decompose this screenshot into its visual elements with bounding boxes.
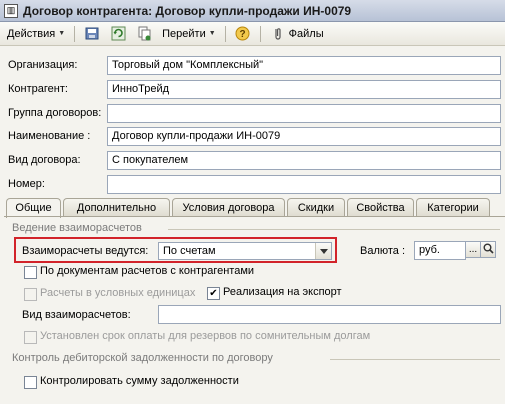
org-row: Организация: Торговый дом "Комплексный" xyxy=(0,56,505,76)
paperclip-icon xyxy=(270,26,286,42)
svg-text:?: ? xyxy=(240,29,246,40)
type-label: Вид договора: xyxy=(8,154,81,166)
files-button[interactable]: Файлы xyxy=(267,24,327,44)
files-label: Файлы xyxy=(288,27,324,40)
tab-categories[interactable]: Категории xyxy=(416,198,490,217)
refresh-button[interactable] xyxy=(107,24,129,44)
settlements-label: Взаиморасчеты ведутся: xyxy=(22,245,149,257)
help-icon: ? xyxy=(235,26,251,42)
goto-label: Перейти xyxy=(162,27,206,40)
org-label: Организация: xyxy=(8,59,78,71)
settlements-select[interactable]: По счетам xyxy=(158,242,332,260)
section-debt-title: Контроль дебиторской задолженности по до… xyxy=(12,352,273,364)
actions-label: Действия xyxy=(7,27,56,40)
payment-term-label: Установлен срок оплаты для резервов по с… xyxy=(40,330,371,342)
save-button[interactable] xyxy=(81,24,103,44)
save-icon xyxy=(84,26,100,42)
toolbar-separator xyxy=(259,25,261,42)
tab-properties[interactable]: Свойства xyxy=(347,198,414,217)
form-icon: ▥ xyxy=(4,3,18,18)
contractor-label: Контрагент: xyxy=(8,83,68,95)
contractor-field[interactable]: ИнноТрейд xyxy=(107,80,501,99)
group-row: Группа договоров: xyxy=(0,104,505,124)
number-field[interactable] xyxy=(107,175,501,194)
control-debt-checkbox[interactable] xyxy=(24,376,37,389)
currency-label: Валюта : xyxy=(360,245,406,257)
copy-button[interactable] xyxy=(133,24,155,44)
by-docs-checkbox[interactable] xyxy=(24,266,37,279)
section-divider xyxy=(168,229,500,230)
group-field[interactable] xyxy=(107,104,501,123)
tab-discounts[interactable]: Скидки xyxy=(287,198,345,217)
help-button[interactable]: ? xyxy=(232,24,254,44)
currency-choose-button[interactable]: ... xyxy=(465,241,481,258)
chevron-down-icon[interactable] xyxy=(315,243,331,259)
name-field[interactable]: Договор купли-продажи ИН-0079 xyxy=(107,127,501,146)
toolbar: Действия ▼ Перейти ▼ ? Файлы xyxy=(0,22,505,46)
type-field[interactable]: С покупателем xyxy=(107,151,501,170)
refresh-icon xyxy=(110,26,126,42)
toolbar-separator xyxy=(224,25,226,42)
contractor-row: Контрагент: ИнноТрейд xyxy=(0,80,505,100)
number-row: Номер: xyxy=(0,175,505,195)
export-label: Реализация на экспорт xyxy=(223,286,342,298)
name-row: Наименование : Договор купли-продажи ИН-… xyxy=(0,127,505,147)
tab-bar: Общие Дополнительно Условия договора Ски… xyxy=(6,198,505,218)
currency-field[interactable]: руб. xyxy=(414,241,466,260)
payment-term-checkbox xyxy=(24,331,37,344)
tab-contract-terms[interactable]: Условия договора xyxy=(172,198,285,217)
settlement-kind-label: Вид взаиморасчетов: xyxy=(22,309,131,321)
chevron-down-icon: ▼ xyxy=(58,30,66,37)
section-settlements-title: Ведение взаиморасчетов xyxy=(12,222,142,234)
org-field[interactable]: Торговый дом "Комплексный" xyxy=(107,56,501,75)
section-divider xyxy=(330,359,500,360)
goto-menu-button[interactable]: Перейти ▼ xyxy=(159,26,219,42)
copy-icon xyxy=(136,26,152,42)
tab-general[interactable]: Общие xyxy=(6,198,61,218)
chevron-down-icon: ▼ xyxy=(208,30,216,37)
window-title: Договор контрагента: Договор купли-прода… xyxy=(23,3,352,18)
number-label: Номер: xyxy=(8,178,45,190)
by-docs-label: По документам расчетов с контрагентами xyxy=(40,265,255,277)
actions-menu-button[interactable]: Действия ▼ xyxy=(4,26,68,42)
tab-additional[interactable]: Дополнительно xyxy=(63,198,170,217)
group-label: Группа договоров: xyxy=(8,107,102,119)
conv-units-label: Расчеты в условных единицах xyxy=(40,287,196,299)
type-row: Вид договора: С покупателем xyxy=(0,151,505,171)
export-checkbox[interactable]: ✔ xyxy=(207,287,220,300)
conv-units-checkbox xyxy=(24,288,37,301)
magnifier-icon xyxy=(483,243,494,257)
name-label: Наименование : xyxy=(8,130,91,142)
settlements-value: По счетам xyxy=(163,245,216,257)
toolbar-separator xyxy=(74,25,76,42)
currency-search-button[interactable] xyxy=(480,241,496,258)
settlement-kind-field[interactable] xyxy=(158,305,501,324)
control-debt-label: Контролировать сумму задолженности xyxy=(40,375,239,387)
title-bar: ▥ Договор контрагента: Договор купли-про… xyxy=(0,0,505,22)
